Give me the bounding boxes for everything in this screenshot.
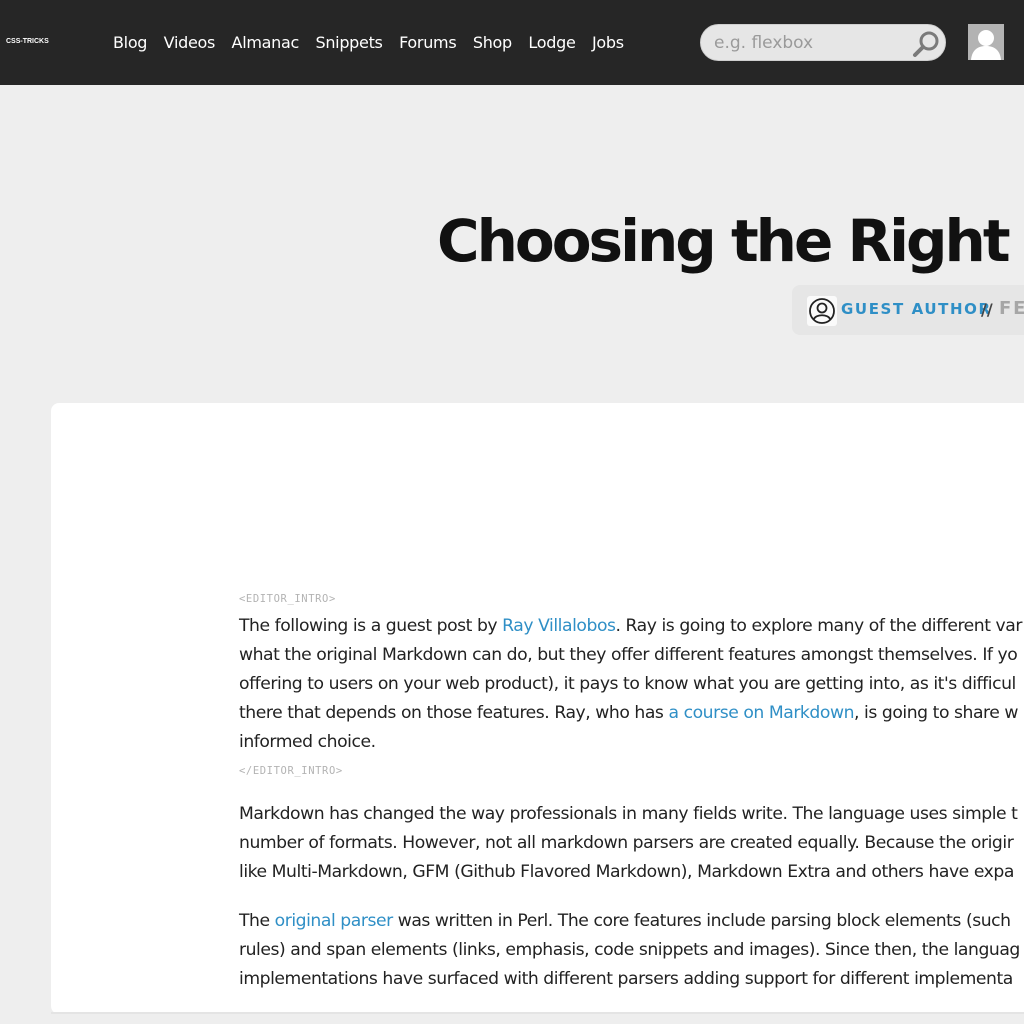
body-paragraph-2: The original parser was written in Perl.…: [239, 911, 1020, 989]
search-icon[interactable]: [912, 29, 942, 59]
search-box: [700, 24, 946, 61]
nav-link-forums[interactable]: Forums: [399, 31, 457, 55]
original-parser-link[interactable]: original parser: [275, 911, 394, 931]
search-input[interactable]: [714, 32, 904, 54]
nav-link-jobs[interactable]: Jobs: [592, 31, 624, 55]
divider: [51, 1012, 1024, 1014]
top-navigation-bar: CSS-TRICKS Blog Videos Almanac Snippets …: [0, 0, 1024, 85]
byline-separator: //: [981, 300, 993, 319]
nav-link-shop[interactable]: Shop: [473, 31, 512, 55]
author-link[interactable]: GUEST AUTHOR: [841, 300, 992, 318]
nav-link-blog[interactable]: Blog: [113, 31, 147, 55]
user-silhouette-icon: [968, 24, 1004, 60]
author-avatar-icon: [807, 296, 837, 326]
nav-link-almanac[interactable]: Almanac: [232, 31, 300, 55]
publish-date: FE: [999, 298, 1024, 319]
nav-link-lodge[interactable]: Lodge: [528, 31, 575, 55]
nav-link-videos[interactable]: Videos: [164, 31, 216, 55]
body-paragraph-1: Markdown has changed the way professiona…: [239, 804, 1018, 882]
editor-intro-open-tag: <EDITOR_INTRO>: [239, 593, 336, 605]
main-nav: Blog Videos Almanac Snippets Forums Shop…: [113, 31, 640, 55]
article-title: Choosing the Right I: [437, 207, 1024, 275]
editor-intro-close-tag: </EDITOR_INTRO>: [239, 765, 343, 777]
ray-villalobos-link[interactable]: Ray Villalobos: [502, 616, 616, 636]
user-avatar[interactable]: [968, 24, 1004, 60]
editor-intro-paragraph: The following is a guest post by Ray Vil…: [239, 616, 1022, 752]
markdown-course-link[interactable]: a course on Markdown: [668, 703, 854, 723]
nav-link-snippets[interactable]: Snippets: [315, 31, 382, 55]
site-logo[interactable]: CSS-TRICKS: [6, 38, 49, 45]
